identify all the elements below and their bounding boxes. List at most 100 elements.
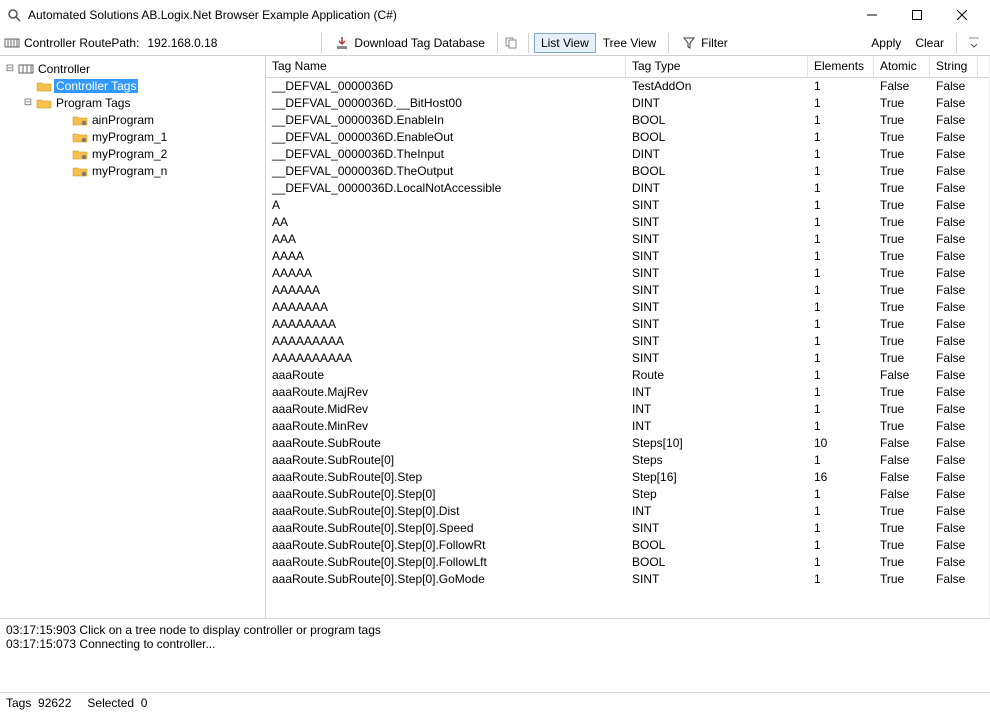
table-row[interactable]: aaaRoute.SubRoute[0].Step[0]Step1FalseFa… bbox=[266, 486, 989, 503]
cell-name: aaaRoute.SubRoute[0].Step[0].GoMode bbox=[266, 571, 626, 588]
table-row[interactable]: aaaRoute.SubRoute[0].StepStep[16]16False… bbox=[266, 469, 989, 486]
table-row[interactable]: AAASINT1TrueFalse bbox=[266, 231, 989, 248]
clear-label: Clear bbox=[915, 36, 944, 50]
tree-program-item[interactable]: myProgram_2 bbox=[90, 147, 169, 161]
copy-icon[interactable] bbox=[503, 35, 519, 51]
table-row[interactable]: __DEFVAL_0000036D.TheInputDINT1TrueFalse bbox=[266, 146, 989, 163]
table-row[interactable]: aaaRoute.SubRoute[0].Step[0].DistINT1Tru… bbox=[266, 503, 989, 520]
tree-root-label[interactable]: Controller bbox=[36, 62, 92, 76]
cell-string: False bbox=[930, 231, 978, 248]
dropdown-icon[interactable] bbox=[966, 35, 982, 51]
cell-atomic: True bbox=[874, 503, 930, 520]
cell-atomic: True bbox=[874, 384, 930, 401]
cell-string: False bbox=[930, 367, 978, 384]
cell-elem: 1 bbox=[808, 231, 874, 248]
col-tag-name[interactable]: Tag Name bbox=[266, 56, 626, 77]
cell-name: AA bbox=[266, 214, 626, 231]
list-view-button[interactable]: List View bbox=[534, 33, 596, 53]
table-row[interactable]: aaaRoute.MinRevINT1TrueFalse bbox=[266, 418, 989, 435]
table-row[interactable]: __DEFVAL_0000036D.__BitHost00DINT1TrueFa… bbox=[266, 95, 989, 112]
cell-type: DINT bbox=[626, 180, 808, 197]
table-row[interactable]: aaaRoute.SubRoute[0].Step[0].GoModeSINT1… bbox=[266, 571, 989, 588]
table-row[interactable]: AAAAAAAASINT1TrueFalse bbox=[266, 316, 989, 333]
table-row[interactable]: AAAAAAASINT1TrueFalse bbox=[266, 299, 989, 316]
filter-button[interactable]: Filter bbox=[674, 32, 735, 54]
cell-name: aaaRoute.MidRev bbox=[266, 401, 626, 418]
cell-elem: 1 bbox=[808, 350, 874, 367]
table-row[interactable]: __DEFVAL_0000036D.EnableInBOOL1TrueFalse bbox=[266, 112, 989, 129]
log-pane[interactable]: 03:17:15:903 Click on a tree node to dis… bbox=[0, 618, 990, 692]
table-row[interactable]: AAAASINT1TrueFalse bbox=[266, 248, 989, 265]
table-row[interactable]: AAAAAAAAASINT1TrueFalse bbox=[266, 333, 989, 350]
col-tag-type[interactable]: Tag Type bbox=[626, 56, 808, 77]
cell-name: aaaRoute.SubRoute[0] bbox=[266, 452, 626, 469]
cell-atomic: True bbox=[874, 146, 930, 163]
table-row[interactable]: __DEFVAL_0000036D.LocalNotAccessibleDINT… bbox=[266, 180, 989, 197]
cell-string: False bbox=[930, 214, 978, 231]
table-row[interactable]: aaaRoute.SubRoute[0]Steps1FalseFalse bbox=[266, 452, 989, 469]
cell-type: SINT bbox=[626, 214, 808, 231]
tree-view-button[interactable]: Tree View bbox=[596, 33, 663, 53]
tree-pane[interactable]: ⊟ Controller Controller Tags bbox=[0, 56, 266, 618]
list-body[interactable]: __DEFVAL_0000036DTestAddOn1FalseFalse__D… bbox=[266, 78, 989, 618]
route-value[interactable]: 192.168.0.18 bbox=[143, 36, 263, 50]
cell-name: aaaRoute.SubRoute[0].Step[0].Dist bbox=[266, 503, 626, 520]
cell-string: False bbox=[930, 384, 978, 401]
table-row[interactable]: aaaRoute.SubRoute[0].Step[0].FollowRtBOO… bbox=[266, 537, 989, 554]
cell-name: AAAAAAA bbox=[266, 299, 626, 316]
table-row[interactable]: AASINT1TrueFalse bbox=[266, 214, 989, 231]
close-button[interactable] bbox=[939, 1, 984, 29]
col-elements[interactable]: Elements bbox=[808, 56, 874, 77]
cell-string: False bbox=[930, 316, 978, 333]
cell-name: AAAAAAAA bbox=[266, 316, 626, 333]
download-tag-database-button[interactable]: Download Tag Database bbox=[327, 32, 492, 54]
table-row[interactable]: ASINT1TrueFalse bbox=[266, 197, 989, 214]
download-label: Download Tag Database bbox=[354, 36, 485, 50]
cell-elem: 1 bbox=[808, 333, 874, 350]
table-row[interactable]: AAAAAASINT1TrueFalse bbox=[266, 282, 989, 299]
cell-elem: 1 bbox=[808, 486, 874, 503]
cell-elem: 1 bbox=[808, 248, 874, 265]
apply-button[interactable]: Apply bbox=[864, 33, 908, 53]
table-row[interactable]: aaaRouteRoute1FalseFalse bbox=[266, 367, 989, 384]
cell-atomic: False bbox=[874, 469, 930, 486]
table-row[interactable]: __DEFVAL_0000036DTestAddOn1FalseFalse bbox=[266, 78, 989, 95]
cell-string: False bbox=[930, 418, 978, 435]
collapse-icon[interactable]: ⊟ bbox=[20, 97, 36, 108]
cell-name: aaaRoute.SubRoute[0].Step[0] bbox=[266, 486, 626, 503]
cell-elem: 1 bbox=[808, 418, 874, 435]
cell-atomic: True bbox=[874, 418, 930, 435]
cell-atomic: True bbox=[874, 129, 930, 146]
cell-name: __DEFVAL_0000036D bbox=[266, 78, 626, 95]
table-row[interactable]: AAAAASINT1TrueFalse bbox=[266, 265, 989, 282]
cell-string: False bbox=[930, 350, 978, 367]
table-row[interactable]: aaaRoute.MidRevINT1TrueFalse bbox=[266, 401, 989, 418]
cell-type: INT bbox=[626, 401, 808, 418]
col-atomic[interactable]: Atomic bbox=[874, 56, 930, 77]
clear-button[interactable]: Clear bbox=[908, 33, 951, 53]
table-row[interactable]: aaaRoute.SubRoute[0].Step[0].FollowLftBO… bbox=[266, 554, 989, 571]
tree-view-label: Tree View bbox=[603, 36, 656, 50]
table-row[interactable]: aaaRoute.MajRevINT1TrueFalse bbox=[266, 384, 989, 401]
table-row[interactable]: AAAAAAAAAASINT1TrueFalse bbox=[266, 350, 989, 367]
collapse-icon[interactable]: ⊟ bbox=[2, 63, 18, 74]
tree-program-item[interactable]: ainProgram bbox=[90, 113, 156, 127]
col-string[interactable]: String bbox=[930, 56, 978, 77]
minimize-button[interactable] bbox=[849, 1, 894, 29]
cell-type: SINT bbox=[626, 350, 808, 367]
cell-elem: 1 bbox=[808, 367, 874, 384]
tree-program-item[interactable]: myProgram_1 bbox=[90, 130, 169, 144]
cell-type: INT bbox=[626, 503, 808, 520]
cell-atomic: True bbox=[874, 333, 930, 350]
table-row[interactable]: __DEFVAL_0000036D.TheOutputBOOL1TrueFals… bbox=[266, 163, 989, 180]
tree-controller-tags[interactable]: Controller Tags bbox=[54, 79, 138, 93]
table-row[interactable]: aaaRoute.SubRoute[0].Step[0].SpeedSINT1T… bbox=[266, 520, 989, 537]
tree-program-item[interactable]: myProgram_n bbox=[90, 164, 169, 178]
cell-elem: 1 bbox=[808, 197, 874, 214]
cell-string: False bbox=[930, 520, 978, 537]
table-row[interactable]: aaaRoute.SubRouteSteps[10]10FalseFalse bbox=[266, 435, 989, 452]
tree-program-tags[interactable]: Program Tags bbox=[54, 96, 132, 110]
cell-type: SINT bbox=[626, 265, 808, 282]
table-row[interactable]: __DEFVAL_0000036D.EnableOutBOOL1TrueFals… bbox=[266, 129, 989, 146]
maximize-button[interactable] bbox=[894, 1, 939, 29]
